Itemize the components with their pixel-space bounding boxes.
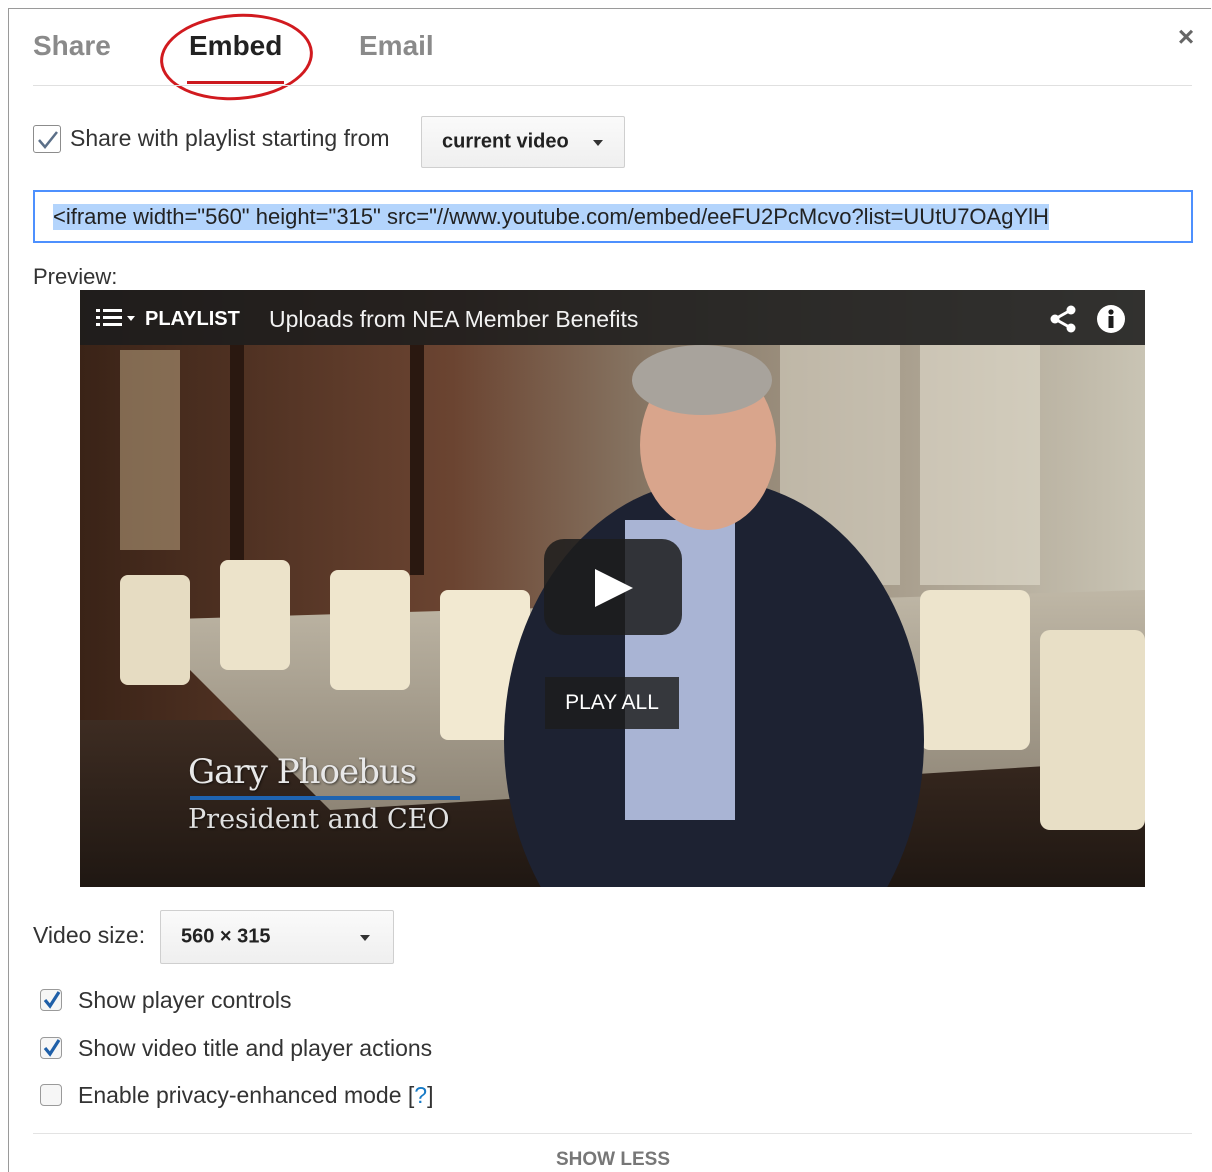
lower-third-rule [190,796,460,800]
chevron-down-icon [593,140,603,146]
playlist-title[interactable]: Uploads from NEA Member Benefits [269,306,638,333]
share-icon[interactable] [1048,304,1078,334]
play-all-button[interactable]: PLAY ALL [545,677,679,729]
info-icon[interactable] [1096,304,1126,334]
close-icon[interactable]: × [1172,23,1200,51]
player-title-bar: PLAYLIST Uploads from NEA Member Benefit… [80,290,1145,345]
tabs-divider [33,85,1192,86]
embed-code-text: <iframe width="560" height="315" src="//… [53,204,1049,230]
playlist-start-dropdown[interactable]: current video [421,116,625,168]
show-player-controls-checkbox[interactable] [40,989,62,1011]
lower-third-title: President and CEO [188,804,450,835]
show-title-actions-label: Show video title and player actions [78,1035,433,1061]
playlist-tag: PLAYLIST [145,308,240,330]
playlist-menu-icon[interactable] [96,306,140,330]
video-size-dropdown[interactable]: 560 × 315 [160,910,394,964]
chevron-down-icon [360,935,370,941]
share-playlist-checkbox[interactable] [33,125,61,153]
show-less-button[interactable]: SHOW LESS [0,1149,1212,1171]
share-playlist-label: Share with playlist starting from [70,125,390,151]
privacy-enhanced-label: Enable privacy-enhanced mode [?] [78,1082,434,1108]
preview-label: Preview: [33,264,118,289]
embed-code-field[interactable]: <iframe width="560" height="315" src="//… [33,190,1193,243]
video-preview-player[interactable]: PLAYLIST Uploads from NEA Member Benefit… [80,290,1145,887]
checkmark-icon [43,991,61,1009]
checkmark-icon [43,1039,61,1057]
checkmark-icon [38,131,58,149]
tab-share[interactable]: Share [33,30,111,62]
footer-divider [33,1133,1192,1134]
show-title-actions-checkbox[interactable] [40,1037,62,1059]
show-player-controls-label: Show player controls [78,987,292,1013]
privacy-enhanced-text: Enable privacy-enhanced mode [78,1082,402,1108]
privacy-enhanced-checkbox[interactable] [40,1084,62,1106]
lower-third-name: Gary Phoebus [188,752,417,792]
play-icon [595,569,633,607]
tab-email[interactable]: Email [359,30,434,62]
privacy-help-link[interactable]: ? [414,1082,427,1108]
play-button[interactable] [544,539,682,635]
video-size-value: 560 × 315 [181,925,271,948]
video-size-label: Video size: [33,922,146,948]
playlist-start-value: current video [442,130,569,153]
